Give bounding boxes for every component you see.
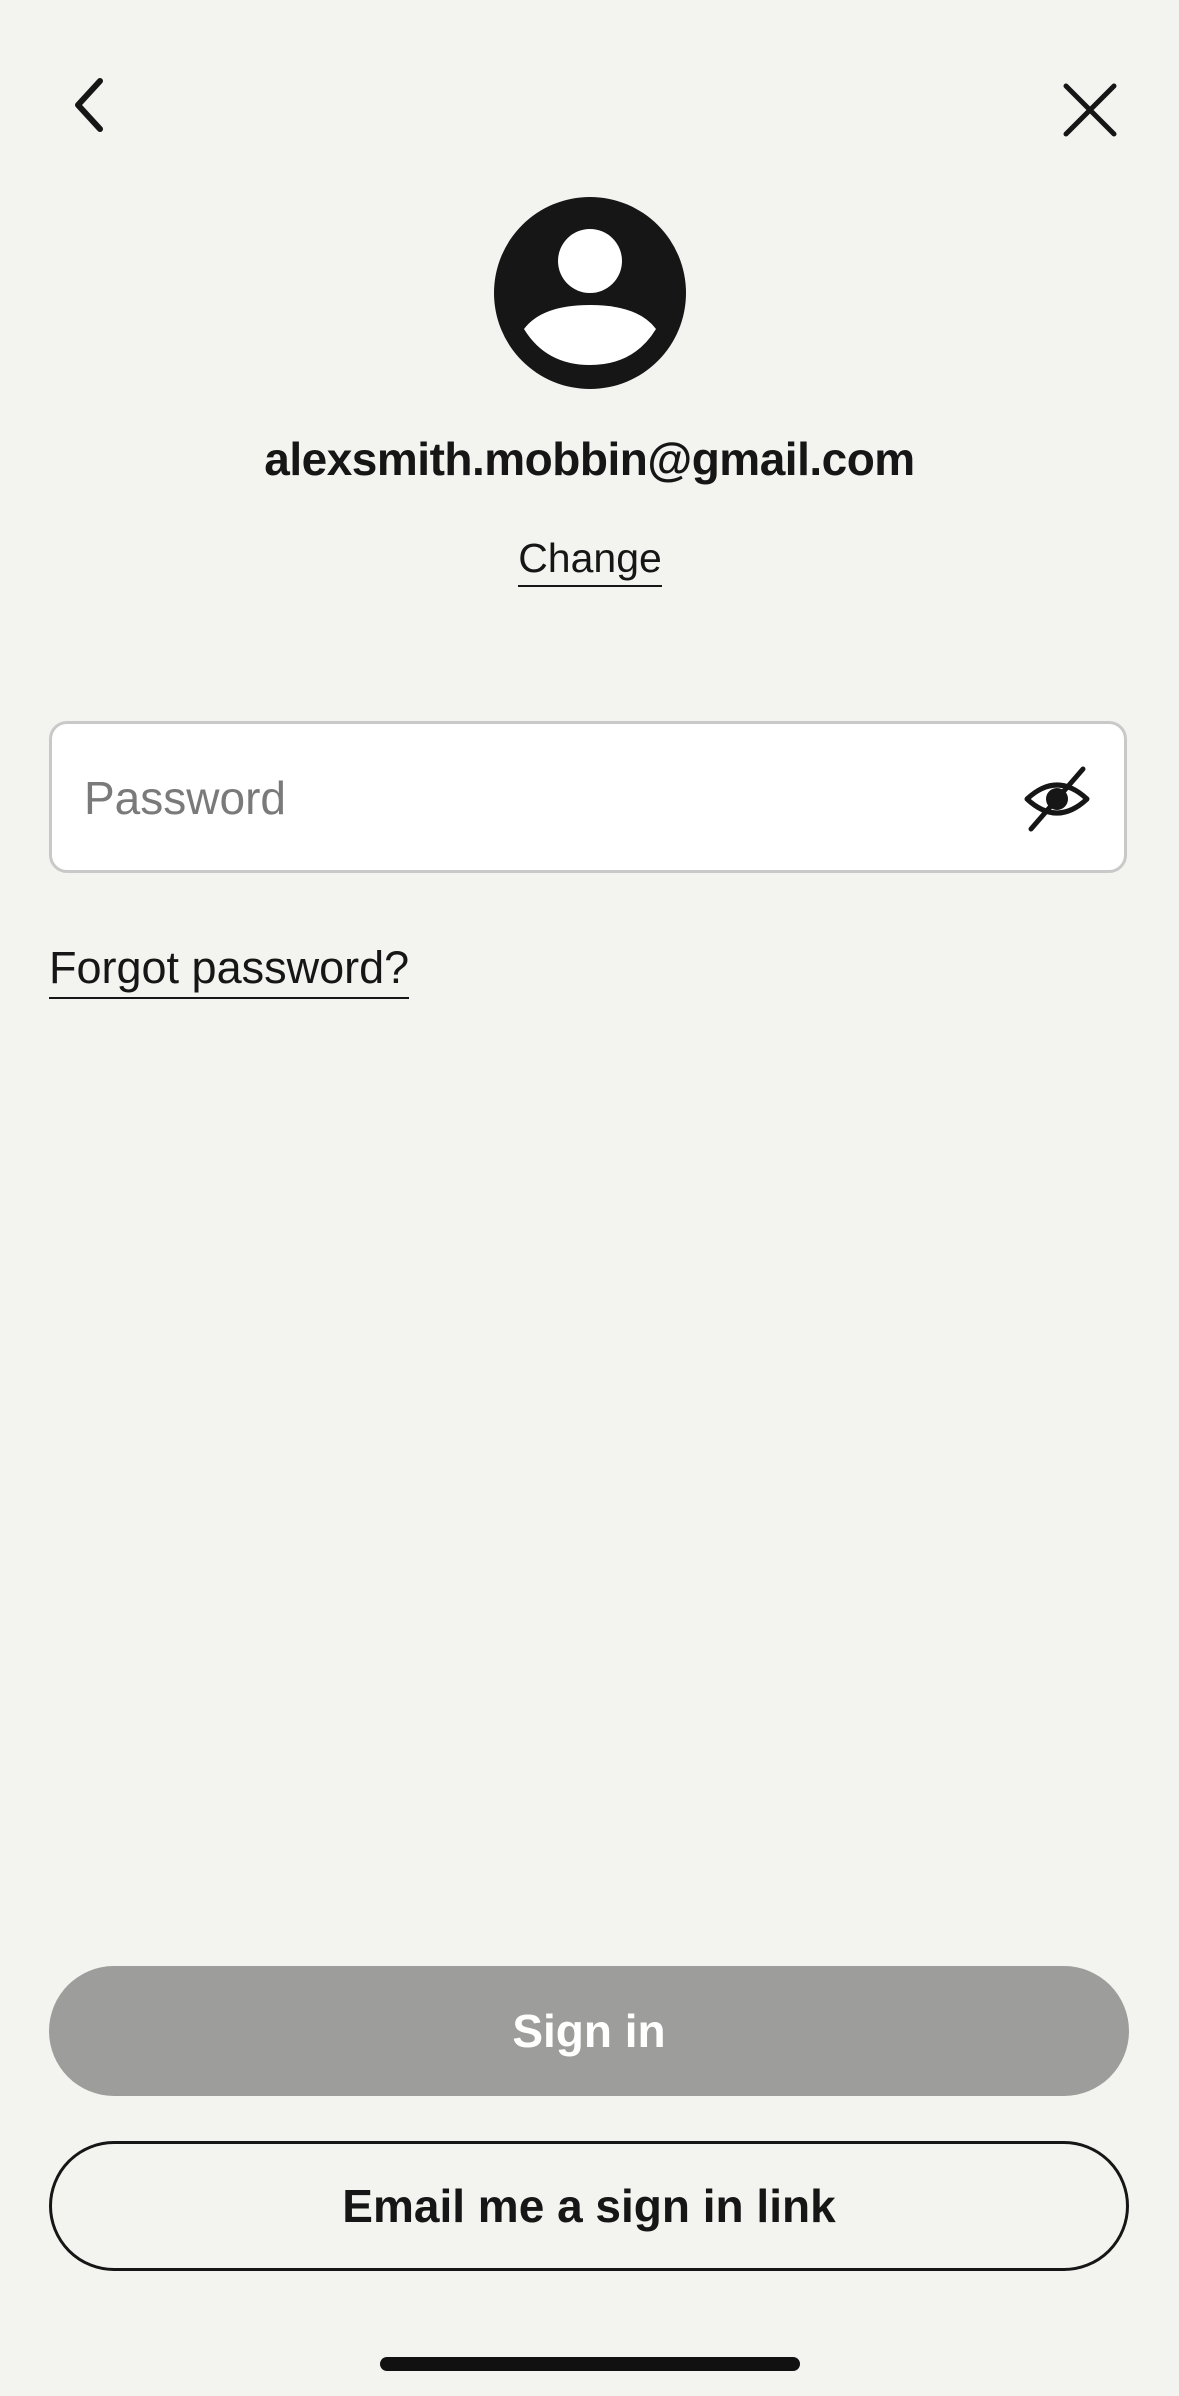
close-icon xyxy=(1063,83,1117,137)
sign-in-button[interactable]: Sign in xyxy=(49,1966,1129,2096)
close-button[interactable] xyxy=(1050,70,1130,150)
show-password-toggle[interactable] xyxy=(1012,754,1102,844)
email-sign-in-link-button[interactable]: Email me a sign in link xyxy=(49,2141,1129,2271)
change-account-link[interactable]: Change xyxy=(515,535,665,587)
home-indicator xyxy=(380,2357,800,2371)
back-button[interactable] xyxy=(55,70,125,140)
change-account-label: Change xyxy=(518,535,662,587)
avatar xyxy=(494,197,686,389)
eye-slash-icon xyxy=(1024,766,1090,832)
password-field xyxy=(49,721,1127,873)
forgot-password-label: Forgot password? xyxy=(49,942,410,999)
forgot-password-link[interactable]: Forgot password? xyxy=(49,942,410,999)
account-email: alexsmith.mobbin@gmail.com xyxy=(264,433,915,485)
user-avatar-icon xyxy=(524,229,656,365)
chevron-left-icon xyxy=(75,78,103,132)
password-input[interactable] xyxy=(82,724,986,872)
